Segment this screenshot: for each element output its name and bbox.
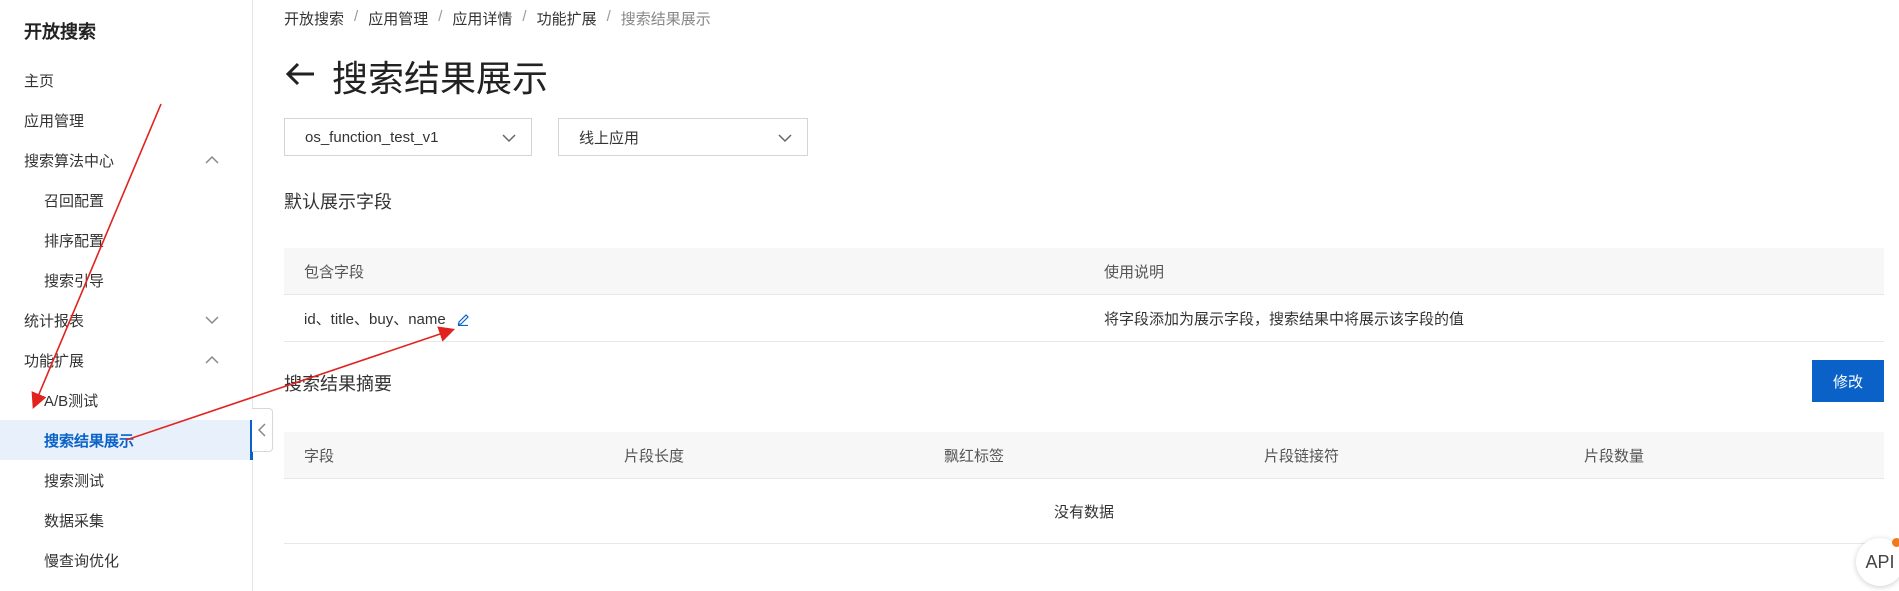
summary-table: 字段 片段长度 飘红标签 片段链接符 片段数量 没有数据 <box>284 432 1884 544</box>
breadcrumb-item[interactable]: 功能扩展 <box>537 8 597 29</box>
sidebar-item-reports[interactable]: 统计报表 <box>0 300 252 340</box>
sidebar-item-recall-config[interactable]: 召回配置 <box>0 180 252 220</box>
breadcrumb-item[interactable]: 应用详情 <box>452 8 512 29</box>
sidebar-item-label: 搜索结果展示 <box>44 432 135 450</box>
table-row: id、title、buy、name 将字段添加为展示字段，搜索结果中将展示该字段… <box>284 295 1884 342</box>
chevron-down-icon <box>205 316 219 325</box>
breadcrumb-separator: / <box>522 8 527 25</box>
sidebar-item-result-display[interactable]: 搜索结果展示 <box>0 420 253 460</box>
sidebar-item-label: 召回配置 <box>44 192 105 210</box>
column-header: 飘红标签 <box>944 447 1005 465</box>
column-header: 片段链接符 <box>1264 447 1340 465</box>
sidebar-item-label: A/B测试 <box>44 392 99 410</box>
column-header: 片段长度 <box>624 447 685 465</box>
table-empty-row: 没有数据 <box>284 479 1884 544</box>
chevron-up-icon <box>205 355 219 364</box>
breadcrumb-item[interactable]: 开放搜索 <box>284 8 344 29</box>
sidebar-item-label: 排序配置 <box>44 232 105 250</box>
sidebar-item-label: 数据采集 <box>44 512 105 530</box>
sidebar-item-search-algorithm[interactable]: 搜索算法中心 <box>0 140 252 180</box>
env-select-value: 线上应用 <box>579 129 640 147</box>
breadcrumb-separator: / <box>606 8 611 25</box>
env-select[interactable]: 线上应用 <box>558 118 808 156</box>
modify-button[interactable]: 修改 <box>1812 360 1884 402</box>
sidebar-item-data-collection[interactable]: 数据采集 <box>0 500 252 540</box>
column-header: 使用说明 <box>1104 263 1165 281</box>
column-header: 字段 <box>304 447 335 465</box>
back-arrow-icon[interactable] <box>284 60 316 88</box>
breadcrumb-separator: / <box>354 8 359 25</box>
page-title: 搜索结果展示 <box>332 58 549 99</box>
breadcrumb-separator: / <box>438 8 443 25</box>
table-header: 字段 片段长度 飘红标签 片段链接符 片段数量 <box>284 432 1884 479</box>
sidebar-item-home[interactable]: 主页 <box>0 60 252 100</box>
breadcrumb-item[interactable]: 应用管理 <box>368 8 428 29</box>
sidebar-item-search-test[interactable]: 搜索测试 <box>0 460 252 500</box>
notification-dot <box>1892 538 1899 547</box>
column-header: 包含字段 <box>304 263 365 281</box>
empty-message: 没有数据 <box>1053 503 1114 521</box>
sidebar-item-app-management[interactable]: 应用管理 <box>0 100 252 140</box>
app-select-value: os_function_test_v1 <box>305 128 439 146</box>
chevron-down-icon <box>502 134 516 143</box>
default-fields-table: 包含字段 使用说明 id、title、buy、name 将字段添加为展示字段，搜… <box>284 248 1884 342</box>
sidebar-item-label: 功能扩展 <box>24 352 85 370</box>
breadcrumb-current: 搜索结果展示 <box>620 11 711 28</box>
sidebar-collapse-button[interactable] <box>252 408 273 452</box>
sidebar-item-slow-query[interactable]: 慢查询优化 <box>0 540 252 580</box>
sidebar-item-label: 慢查询优化 <box>44 552 120 570</box>
summary-title: 搜索结果摘要 <box>284 374 392 394</box>
column-header: 片段数量 <box>1584 447 1645 465</box>
sidebar-item-label: 搜索测试 <box>44 472 105 490</box>
usage-desc-cell: 将字段添加为展示字段，搜索结果中将展示该字段的值 <box>1104 310 1465 328</box>
sidebar: 开放搜索 主页 应用管理 搜索算法中心 召回配置 排序配置 搜索引导 统计报表 … <box>0 0 253 591</box>
app-select[interactable]: os_function_test_v1 <box>284 118 532 156</box>
sidebar-item-ab-test[interactable]: A/B测试 <box>0 380 252 420</box>
chevron-up-icon <box>205 155 219 164</box>
table-header: 包含字段 使用说明 <box>284 248 1884 295</box>
edit-pencil-icon[interactable] <box>456 312 470 326</box>
default-fields-title: 默认展示字段 <box>284 192 392 212</box>
sidebar-brand: 开放搜索 <box>24 22 96 42</box>
breadcrumb: 开放搜索 / 应用管理 / 应用详情 / 功能扩展 / 搜索结果展示 <box>284 8 711 29</box>
field-list-value: id、title、buy、name <box>304 310 446 328</box>
chevron-left-icon <box>257 423 266 437</box>
sidebar-item-sort-config[interactable]: 排序配置 <box>0 220 252 260</box>
chevron-down-icon <box>778 134 792 143</box>
sidebar-item-label: 应用管理 <box>24 112 85 130</box>
sidebar-item-label: 搜索引导 <box>44 272 105 290</box>
sidebar-item-extensions[interactable]: 功能扩展 <box>0 340 252 380</box>
sidebar-item-label: 主页 <box>24 72 55 90</box>
sidebar-item-label: 统计报表 <box>24 312 85 330</box>
sidebar-item-search-guide[interactable]: 搜索引导 <box>0 260 252 300</box>
sidebar-item-label: 搜索算法中心 <box>24 152 115 170</box>
field-list-cell: id、title、buy、name <box>304 308 470 329</box>
